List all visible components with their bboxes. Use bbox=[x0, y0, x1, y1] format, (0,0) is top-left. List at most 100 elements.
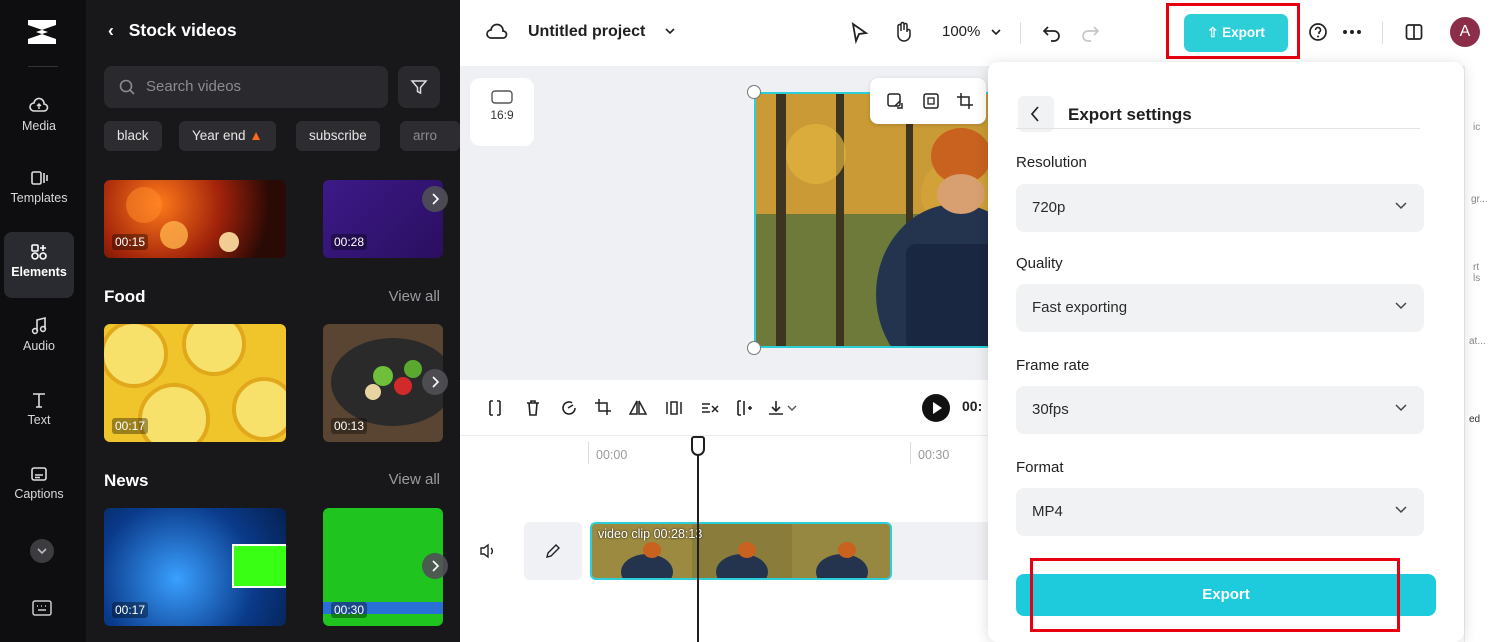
search-input[interactable]: Search videos bbox=[146, 78, 241, 95]
playhead-line[interactable] bbox=[697, 442, 699, 642]
crop-icon[interactable] bbox=[956, 92, 974, 110]
video-thumbnail[interactable]: 00:17 bbox=[104, 324, 286, 442]
volume-icon[interactable] bbox=[478, 542, 498, 560]
back-button[interactable] bbox=[1018, 96, 1054, 132]
remove-background-icon[interactable] bbox=[700, 398, 720, 418]
resolution-select[interactable]: 720p bbox=[1016, 184, 1424, 232]
zoom-level[interactable]: 100% bbox=[942, 23, 980, 40]
rail-item-label: Text bbox=[27, 413, 51, 427]
clip-duration: 00:28:13 bbox=[653, 527, 703, 541]
carousel-next-button[interactable] bbox=[422, 186, 448, 212]
rail-item-elements[interactable]: Elements bbox=[4, 232, 74, 298]
panel-header: ‹ Stock videos bbox=[108, 20, 237, 41]
frame-rate-value: 30fps bbox=[1032, 401, 1069, 418]
tick-label: 00:30 bbox=[918, 448, 950, 462]
chip-subscribe[interactable]: subscribe bbox=[296, 121, 380, 151]
auto-cut-icon[interactable] bbox=[734, 398, 754, 418]
cloud-sync-icon[interactable] bbox=[486, 22, 508, 42]
playhead-handle[interactable] bbox=[691, 436, 705, 456]
strip-label[interactable]: ic bbox=[1473, 122, 1480, 133]
duration-label: 00:17 bbox=[112, 602, 149, 618]
clip-label: video clip 00:28:13 bbox=[598, 527, 702, 541]
speed-icon[interactable] bbox=[560, 398, 578, 418]
more-tools-button[interactable] bbox=[30, 539, 54, 563]
rail-item-audio[interactable]: Audio bbox=[4, 306, 74, 372]
more-options-icon[interactable] bbox=[1342, 29, 1362, 35]
keyboard-icon[interactable] bbox=[30, 598, 54, 618]
chevron-down-icon[interactable] bbox=[786, 404, 798, 414]
video-floating-toolbar bbox=[870, 78, 986, 124]
mirror-icon[interactable] bbox=[628, 398, 648, 418]
hand-pan-icon[interactable] bbox=[892, 20, 914, 44]
view-all-news-link[interactable]: View all bbox=[389, 471, 440, 488]
carousel-next-button[interactable] bbox=[422, 553, 448, 579]
strip-label[interactable]: gr... bbox=[1471, 194, 1488, 205]
select-pointer-icon[interactable] bbox=[848, 21, 870, 45]
frame-rate-select[interactable]: 30fps bbox=[1016, 386, 1424, 434]
fit-icon[interactable] bbox=[922, 92, 940, 110]
video-clip[interactable]: video clip 00:28:13 bbox=[590, 522, 892, 580]
current-time: 00: bbox=[962, 398, 983, 414]
aspect-ratio-button[interactable]: 16:9 bbox=[470, 78, 534, 146]
carousel-next-button[interactable] bbox=[422, 369, 448, 395]
section-title-food: Food bbox=[104, 287, 146, 306]
section-title-news: News bbox=[104, 471, 149, 490]
hiker-video-frame bbox=[756, 94, 996, 346]
stock-videos-panel: ‹ Stock videos Search videos black Year … bbox=[86, 0, 460, 642]
chip-year-end[interactable]: Year end ▲ bbox=[179, 121, 276, 151]
undo-icon[interactable] bbox=[1042, 22, 1062, 42]
chevron-down-icon[interactable] bbox=[664, 27, 676, 37]
layout-panel-icon[interactable] bbox=[1404, 22, 1424, 42]
capcut-logo[interactable] bbox=[22, 14, 62, 50]
resize-handle[interactable] bbox=[747, 85, 761, 99]
resolution-label: Resolution bbox=[1016, 154, 1087, 171]
rail-item-label: Elements bbox=[11, 265, 67, 279]
video-preview[interactable] bbox=[754, 92, 998, 348]
user-avatar[interactable]: A bbox=[1450, 17, 1480, 47]
chip-arrow[interactable]: arro bbox=[400, 121, 460, 151]
resolution-value: 720p bbox=[1032, 199, 1066, 216]
view-all-food-link[interactable]: View all bbox=[389, 288, 440, 305]
quality-select[interactable]: Fast exporting bbox=[1016, 284, 1424, 332]
clip-name: video clip bbox=[598, 527, 651, 541]
chevron-down-icon bbox=[1395, 202, 1407, 210]
chip-label: black bbox=[117, 128, 149, 143]
highlight-box-top-export bbox=[1166, 3, 1300, 59]
rail-item-captions[interactable]: Captions bbox=[4, 454, 74, 520]
delete-icon[interactable] bbox=[524, 398, 542, 418]
rail-item-label: Media bbox=[21, 119, 57, 133]
pen-icon bbox=[546, 544, 560, 558]
rail-item-templates[interactable]: Templates bbox=[4, 158, 74, 224]
crop-icon[interactable] bbox=[594, 398, 612, 418]
redo-icon[interactable] bbox=[1080, 22, 1100, 42]
filter-button[interactable] bbox=[398, 66, 440, 108]
duration-label: 00:28 bbox=[331, 234, 368, 250]
format-select[interactable]: MP4 bbox=[1016, 488, 1424, 536]
download-icon[interactable] bbox=[766, 398, 786, 418]
back-chevron-icon[interactable]: ‹ bbox=[108, 20, 114, 40]
help-icon[interactable] bbox=[1308, 22, 1328, 42]
video-thumbnail[interactable]: 00:15 bbox=[104, 180, 286, 258]
video-thumbnail[interactable]: 00:17 bbox=[104, 508, 286, 626]
replace-icon[interactable] bbox=[886, 92, 904, 110]
freeze-icon[interactable] bbox=[664, 398, 684, 418]
rail-item-media[interactable]: Media bbox=[4, 86, 74, 152]
play-button[interactable] bbox=[922, 394, 950, 422]
tick-mark bbox=[588, 442, 589, 464]
chevron-down-icon bbox=[1395, 302, 1407, 310]
duration-label: 00:30 bbox=[331, 602, 368, 618]
strip-label[interactable]: at... bbox=[1469, 336, 1486, 347]
edit-cover-button[interactable] bbox=[524, 522, 582, 580]
search-field[interactable]: Search videos bbox=[104, 66, 388, 108]
highlight-box-export bbox=[1030, 558, 1400, 632]
strip-label[interactable]: ed bbox=[1469, 414, 1480, 425]
chevron-down-icon[interactable] bbox=[990, 28, 1002, 38]
split-icon[interactable] bbox=[486, 398, 504, 418]
rail-item-text[interactable]: Text bbox=[4, 380, 74, 446]
project-title[interactable]: Untitled project bbox=[528, 23, 645, 41]
chip-black[interactable]: black bbox=[104, 121, 162, 151]
tick-label: 00:00 bbox=[596, 448, 628, 462]
strip-label[interactable]: rt ls bbox=[1473, 262, 1480, 284]
resize-handle[interactable] bbox=[747, 341, 761, 355]
quality-label: Quality bbox=[1016, 255, 1063, 272]
